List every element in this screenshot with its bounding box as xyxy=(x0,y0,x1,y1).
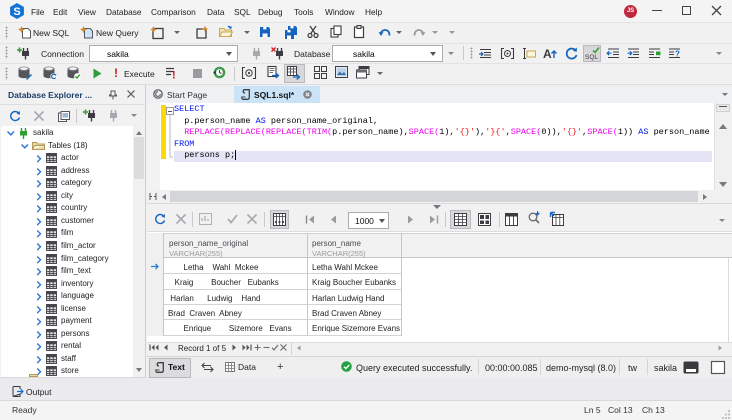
svg-text:S: S xyxy=(13,6,20,18)
svg-text:?: ? xyxy=(675,50,680,59)
svg-text:!: ! xyxy=(172,70,176,82)
svg-text:A: A xyxy=(543,47,552,61)
svg-text:SQL: SQL xyxy=(585,54,598,61)
